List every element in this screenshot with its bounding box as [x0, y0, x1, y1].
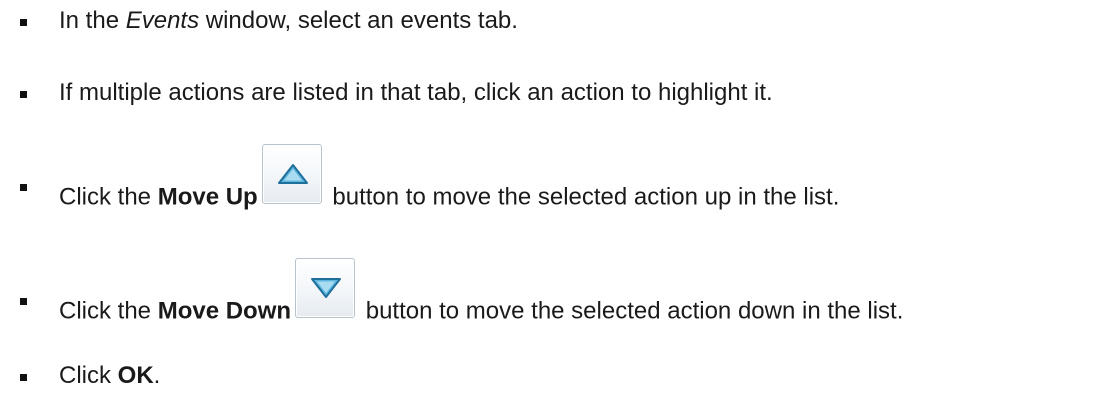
step-3: Click the Move Up button to move the sel…	[0, 142, 1100, 210]
step-5-text-after: .	[153, 362, 161, 389]
step-4: Click the Move Down button to move the s…	[0, 256, 1100, 324]
move-down-label: Move Down	[157, 297, 292, 325]
step-1-text-after: window, select an events tab.	[199, 7, 518, 34]
step-5-text: Click OK.	[59, 362, 160, 390]
step-1-text-before: In the	[59, 7, 126, 34]
bullet	[20, 374, 27, 381]
step-4-text: Click the Move Down button to move the s…	[59, 258, 903, 325]
move-down-icon	[311, 278, 342, 298]
bullet	[20, 298, 27, 305]
bullet	[20, 184, 27, 191]
step-3-text-before: Click the	[59, 183, 158, 211]
move-up-icon	[277, 164, 308, 184]
step-2-text: If multiple actions are listed in that t…	[59, 79, 773, 106]
bullet	[20, 19, 27, 26]
move-up-button[interactable]	[261, 144, 322, 204]
ok-label: OK	[117, 362, 154, 389]
move-up-label: Move Up	[157, 183, 258, 211]
step-3-text-after: button to move the selected action up in…	[325, 183, 840, 211]
step-4-text-before: Click the	[59, 297, 158, 325]
step-1-text: In the Events window, select an events t…	[59, 7, 518, 35]
step-3-text: Click the Move Up button to move the sel…	[59, 144, 839, 211]
move-down-button[interactable]	[295, 258, 356, 318]
bullet	[20, 91, 27, 98]
step-5-text-before: Click	[59, 362, 118, 389]
events-window-name: Events	[125, 7, 200, 34]
step-4-text-after: button to move the selected action down …	[359, 297, 904, 325]
